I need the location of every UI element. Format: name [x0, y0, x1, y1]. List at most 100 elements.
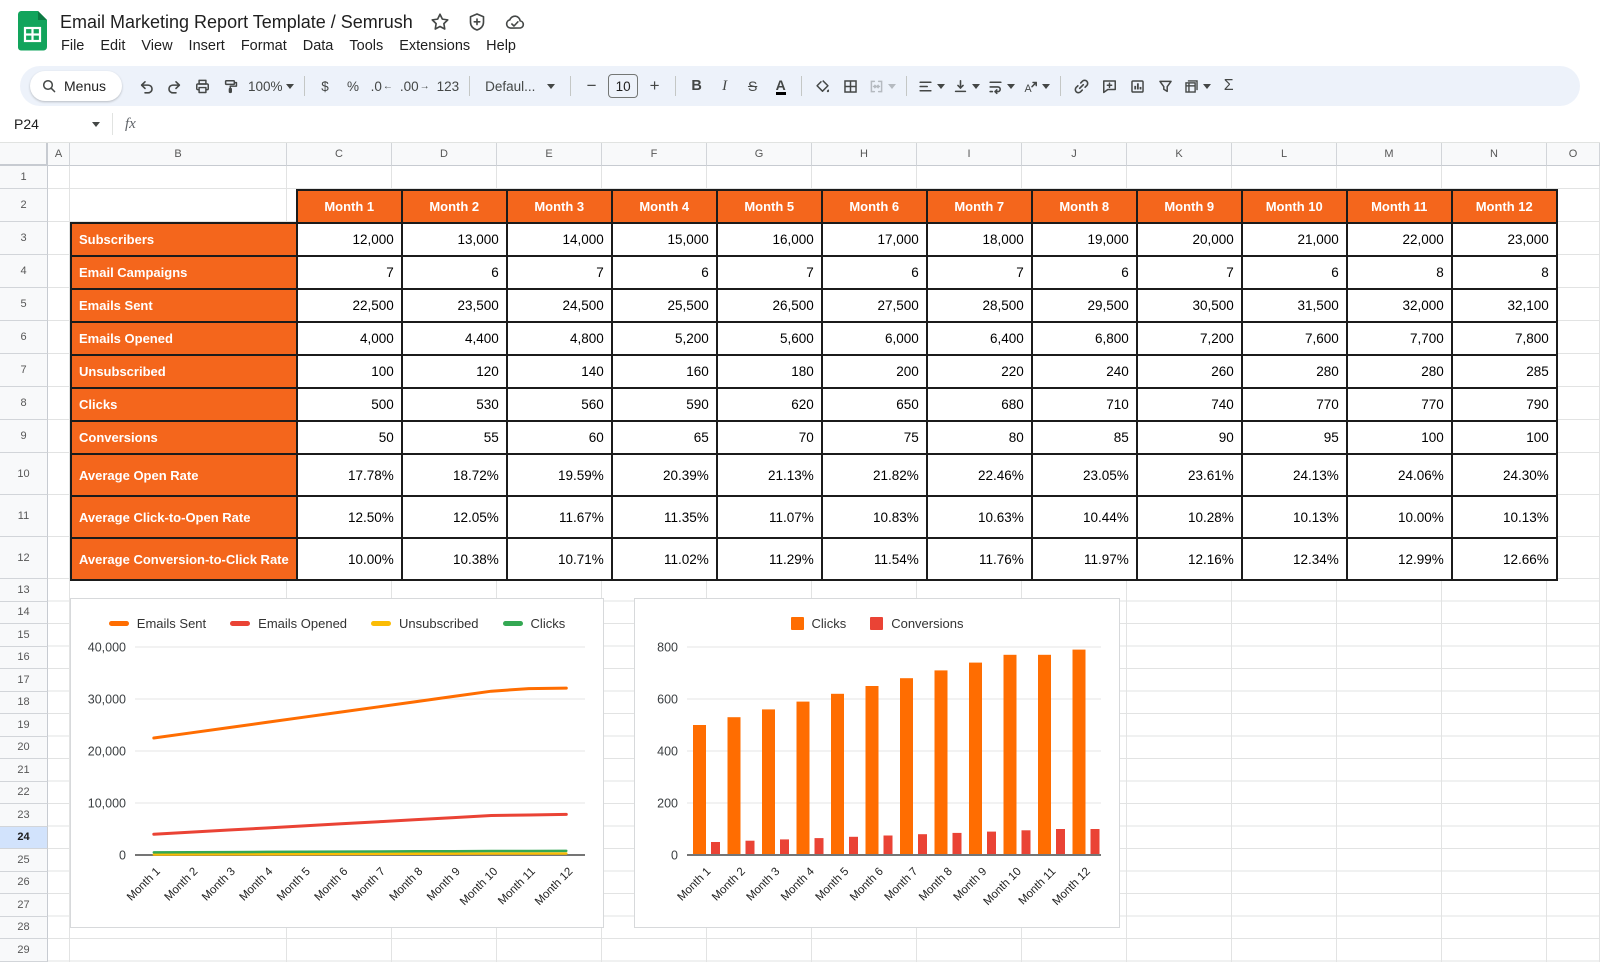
row-header-19[interactable]: 19	[0, 714, 48, 737]
cell[interactable]: 25,500	[612, 289, 717, 322]
cell[interactable]: 70	[717, 421, 822, 454]
cell[interactable]: 10.63%	[927, 496, 1032, 538]
cell[interactable]: 12.99%	[1347, 538, 1452, 580]
row-label[interactable]: Email Campaigns	[71, 256, 297, 289]
cell[interactable]: 12.16%	[1137, 538, 1242, 580]
cell[interactable]: 20,000	[1137, 223, 1242, 256]
column-header-J[interactable]: J	[1022, 143, 1127, 166]
row-header-9[interactable]: 9	[0, 420, 48, 453]
cell[interactable]: 4,400	[402, 322, 507, 355]
column-header-H[interactable]: H	[812, 143, 917, 166]
horizontal-align-button[interactable]	[914, 72, 948, 100]
cell[interactable]: 19,000	[1032, 223, 1137, 256]
row-header-16[interactable]: 16	[0, 647, 48, 670]
cell[interactable]: 6	[612, 256, 717, 289]
row-header-23[interactable]: 23	[0, 804, 48, 827]
cell[interactable]: 15,000	[612, 223, 717, 256]
cell[interactable]: 7	[297, 256, 402, 289]
month-header-1[interactable]: Month 1	[297, 190, 402, 223]
cell[interactable]: 7	[507, 256, 612, 289]
cell[interactable]: 27,500	[822, 289, 927, 322]
select-all-corner[interactable]	[0, 143, 48, 166]
column-header-G[interactable]: G	[707, 143, 812, 166]
cell[interactable]: 7	[927, 256, 1032, 289]
format-currency-button[interactable]: $	[312, 72, 339, 100]
menu-data[interactable]: Data	[295, 36, 342, 56]
column-header-M[interactable]: M	[1337, 143, 1442, 166]
cell[interactable]: 85	[1032, 421, 1137, 454]
cell[interactable]: 16,000	[717, 223, 822, 256]
cell[interactable]: 740	[1137, 388, 1242, 421]
row-label[interactable]: Average Open Rate	[71, 454, 297, 496]
column-header-A[interactable]: A	[48, 143, 70, 166]
cell[interactable]: 19.59%	[507, 454, 612, 496]
cell[interactable]: 17,000	[822, 223, 927, 256]
menu-edit[interactable]: Edit	[92, 36, 133, 56]
menu-help[interactable]: Help	[478, 36, 524, 56]
month-header-9[interactable]: Month 9	[1137, 190, 1242, 223]
cell[interactable]: 12,000	[297, 223, 402, 256]
menu-format[interactable]: Format	[233, 36, 295, 56]
cell[interactable]: 11.67%	[507, 496, 612, 538]
cell[interactable]: 7	[1137, 256, 1242, 289]
row-header-11[interactable]: 11	[0, 495, 48, 537]
zoom-select[interactable]: 100%	[245, 72, 297, 100]
row-header-29[interactable]: 29	[0, 939, 48, 962]
cell[interactable]: 22,500	[297, 289, 402, 322]
cell[interactable]: 4,800	[507, 322, 612, 355]
cell[interactable]: 6,000	[822, 322, 927, 355]
cell[interactable]: 7,800	[1452, 322, 1557, 355]
cell[interactable]: 22.46%	[927, 454, 1032, 496]
text-color-button[interactable]: A	[767, 72, 794, 100]
cell[interactable]: 500	[297, 388, 402, 421]
cell[interactable]: 10.00%	[1347, 496, 1452, 538]
cell[interactable]: 50	[297, 421, 402, 454]
month-header-6[interactable]: Month 6	[822, 190, 927, 223]
row-header-2[interactable]: 2	[0, 189, 48, 222]
insert-chart-button[interactable]	[1124, 72, 1151, 100]
cell[interactable]: 120	[402, 355, 507, 388]
empty-corner-cell[interactable]	[71, 190, 297, 223]
cell[interactable]: 10.83%	[822, 496, 927, 538]
cell[interactable]: 180	[717, 355, 822, 388]
cell[interactable]: 240	[1032, 355, 1137, 388]
cell[interactable]: 100	[1347, 421, 1452, 454]
increase-font-size-button[interactable]: +	[641, 72, 668, 100]
cell[interactable]: 7,600	[1242, 322, 1347, 355]
menu-tools[interactable]: Tools	[341, 36, 391, 56]
cell[interactable]: 21.82%	[822, 454, 927, 496]
row-header-26[interactable]: 26	[0, 872, 48, 895]
cell[interactable]: 620	[717, 388, 822, 421]
font-select[interactable]: Defaul...	[477, 72, 563, 100]
cell[interactable]: 285	[1452, 355, 1557, 388]
month-header-7[interactable]: Month 7	[927, 190, 1032, 223]
cell[interactable]: 12.66%	[1452, 538, 1557, 580]
column-header-D[interactable]: D	[392, 143, 497, 166]
cell[interactable]: 6,400	[927, 322, 1032, 355]
cell[interactable]: 100	[297, 355, 402, 388]
cell[interactable]: 11.02%	[612, 538, 717, 580]
row-header-25[interactable]: 25	[0, 849, 48, 872]
cell[interactable]: 6	[1242, 256, 1347, 289]
cell[interactable]: 5,200	[612, 322, 717, 355]
cell[interactable]: 10.38%	[402, 538, 507, 580]
column-header-N[interactable]: N	[1442, 143, 1547, 166]
cell[interactable]: 60	[507, 421, 612, 454]
month-header-11[interactable]: Month 11	[1347, 190, 1452, 223]
row-header-4[interactable]: 4	[0, 255, 48, 288]
cell[interactable]: 7	[717, 256, 822, 289]
cell[interactable]: 21,000	[1242, 223, 1347, 256]
cell[interactable]: 18.72%	[402, 454, 507, 496]
cell[interactable]: 24.13%	[1242, 454, 1347, 496]
cell[interactable]: 10.00%	[297, 538, 402, 580]
cell[interactable]: 23.05%	[1032, 454, 1137, 496]
clicks-conversions-bar-chart[interactable]: ClicksConversions0200400600800Month 1Mon…	[634, 598, 1120, 928]
cell[interactable]: 10.13%	[1452, 496, 1557, 538]
cell[interactable]: 7,200	[1137, 322, 1242, 355]
shield-plus-icon[interactable]	[467, 12, 487, 32]
row-label[interactable]: Unsubscribed	[71, 355, 297, 388]
cell[interactable]: 12.05%	[402, 496, 507, 538]
row-header-10[interactable]: 10	[0, 453, 48, 495]
month-header-3[interactable]: Month 3	[507, 190, 612, 223]
row-header-1[interactable]: 1	[0, 166, 48, 189]
